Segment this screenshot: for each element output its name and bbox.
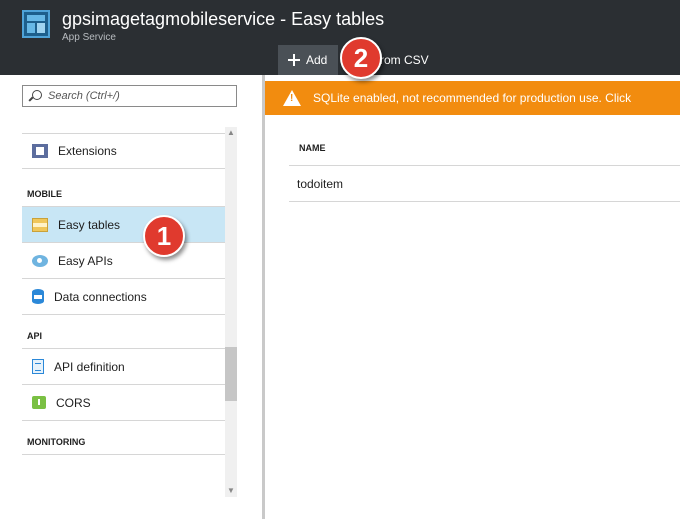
resource-menu: Extensions MOBILE Easy tables Easy APIs … (0, 75, 262, 519)
database-icon (32, 289, 44, 304)
menu-item-label: Easy APIs (58, 253, 113, 268)
menu-item-label: Data connections (54, 289, 147, 304)
warning-icon (283, 90, 301, 106)
menu-scrollbar[interactable]: ▲ ▼ (225, 127, 237, 497)
section-monitoring: MONITORING (22, 421, 225, 455)
page-title: gpsimagetagmobileservice - Easy tables (62, 9, 385, 29)
app-service-icon (22, 10, 50, 38)
page-subtitle: App Service (62, 32, 116, 43)
menu-item-easy-tables[interactable]: Easy tables (22, 207, 225, 243)
step-1-badge: 1 (143, 215, 185, 257)
add-button-label: Add (306, 53, 328, 67)
menu-item-label: API definition (54, 359, 125, 374)
easy-apis-icon (32, 254, 48, 267)
api-definition-icon (32, 359, 44, 374)
table-row[interactable]: todoitem (289, 166, 680, 202)
easy-tables-icon (32, 217, 48, 232)
column-header-name[interactable]: NAME (289, 130, 680, 166)
scroll-down-icon[interactable]: ▼ (227, 487, 235, 495)
menu-item-easy-apis[interactable]: Easy APIs (22, 243, 225, 279)
menu-item-cors[interactable]: CORS (22, 385, 225, 421)
plus-icon (288, 54, 300, 66)
menu-item-api-definition[interactable]: API definition (22, 349, 225, 385)
easy-tables-blade: SQLite enabled, not recommended for prod… (265, 75, 680, 519)
search-icon (29, 89, 42, 103)
menu-item-label: CORS (56, 395, 91, 410)
scrollbar-thumb[interactable] (225, 347, 237, 401)
section-api: API (22, 315, 225, 349)
menu-item-label: Easy tables (58, 217, 121, 232)
search-box[interactable] (22, 85, 237, 107)
step-2-badge: 2 (340, 37, 382, 79)
section-mobile: MOBILE (22, 169, 225, 207)
tables-list: NAME todoitem (289, 130, 680, 202)
menu-item-label: Extensions (58, 143, 117, 158)
sqlite-warning-banner[interactable]: SQLite enabled, not recommended for prod… (265, 81, 680, 115)
extensions-icon (32, 143, 48, 158)
scroll-up-icon[interactable]: ▲ (227, 129, 235, 137)
warning-text: SQLite enabled, not recommended for prod… (313, 91, 632, 105)
menu-item-extensions[interactable]: Extensions (22, 133, 225, 169)
menu-item-data-connections[interactable]: Data connections (22, 279, 225, 315)
menu-list: Extensions MOBILE Easy tables Easy APIs … (22, 133, 225, 455)
cors-icon (32, 396, 46, 409)
search-input[interactable] (48, 90, 228, 102)
add-button[interactable]: Add (278, 45, 338, 75)
